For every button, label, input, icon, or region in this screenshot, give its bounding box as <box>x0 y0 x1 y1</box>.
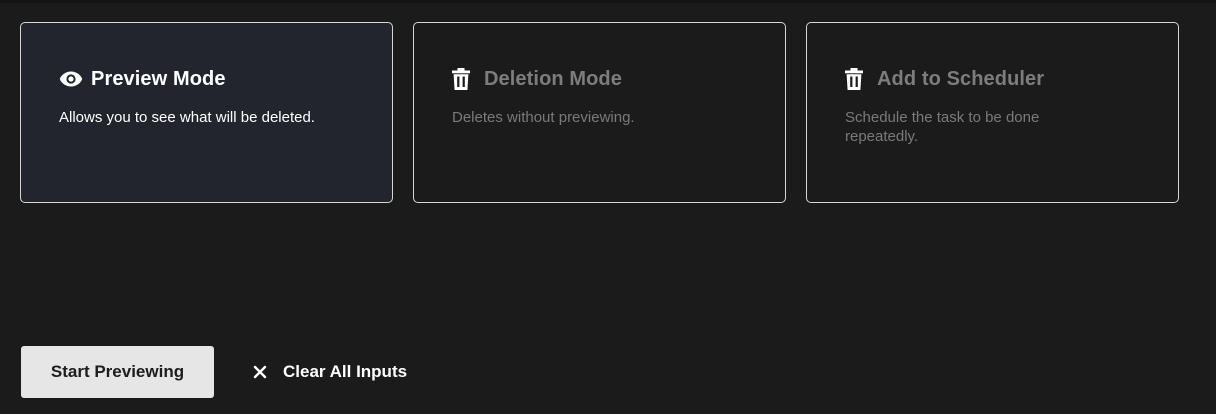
mode-card-description: Deletes without previewing. <box>452 109 635 126</box>
trash-icon <box>845 68 877 90</box>
mode-card-header: Preview Mode <box>59 66 358 92</box>
mode-card-title: Deletion Mode <box>484 67 622 90</box>
mode-card-deletion[interactable]: Deletion Mode Deletes without previewing… <box>413 22 786 203</box>
mode-card-header: Add to Scheduler <box>845 66 1144 92</box>
top-divider <box>0 0 1216 3</box>
mode-card-title: Add to Scheduler <box>877 67 1045 90</box>
action-bar: Start Previewing Clear All Inputs <box>21 346 407 398</box>
close-icon <box>253 365 283 379</box>
mode-card-scheduler[interactable]: Add to Scheduler Schedule the task to be… <box>806 22 1179 203</box>
mode-card-title: Preview Mode <box>91 67 226 90</box>
mode-card-description: Schedule the task to be done repeatedly. <box>845 109 1040 145</box>
start-previewing-button[interactable]: Start Previewing <box>21 346 214 398</box>
trash-icon <box>452 68 484 90</box>
clear-all-inputs-button[interactable]: Clear All Inputs <box>253 362 407 382</box>
mode-card-preview[interactable]: Preview Mode Allows you to see what will… <box>20 22 393 203</box>
eye-icon <box>59 70 91 88</box>
mode-card-description: Allows you to see what will be deleted. <box>59 109 315 126</box>
mode-card-header: Deletion Mode <box>452 66 751 92</box>
mode-selector: Preview Mode Allows you to see what will… <box>20 22 1179 203</box>
clear-all-inputs-label: Clear All Inputs <box>283 362 408 381</box>
